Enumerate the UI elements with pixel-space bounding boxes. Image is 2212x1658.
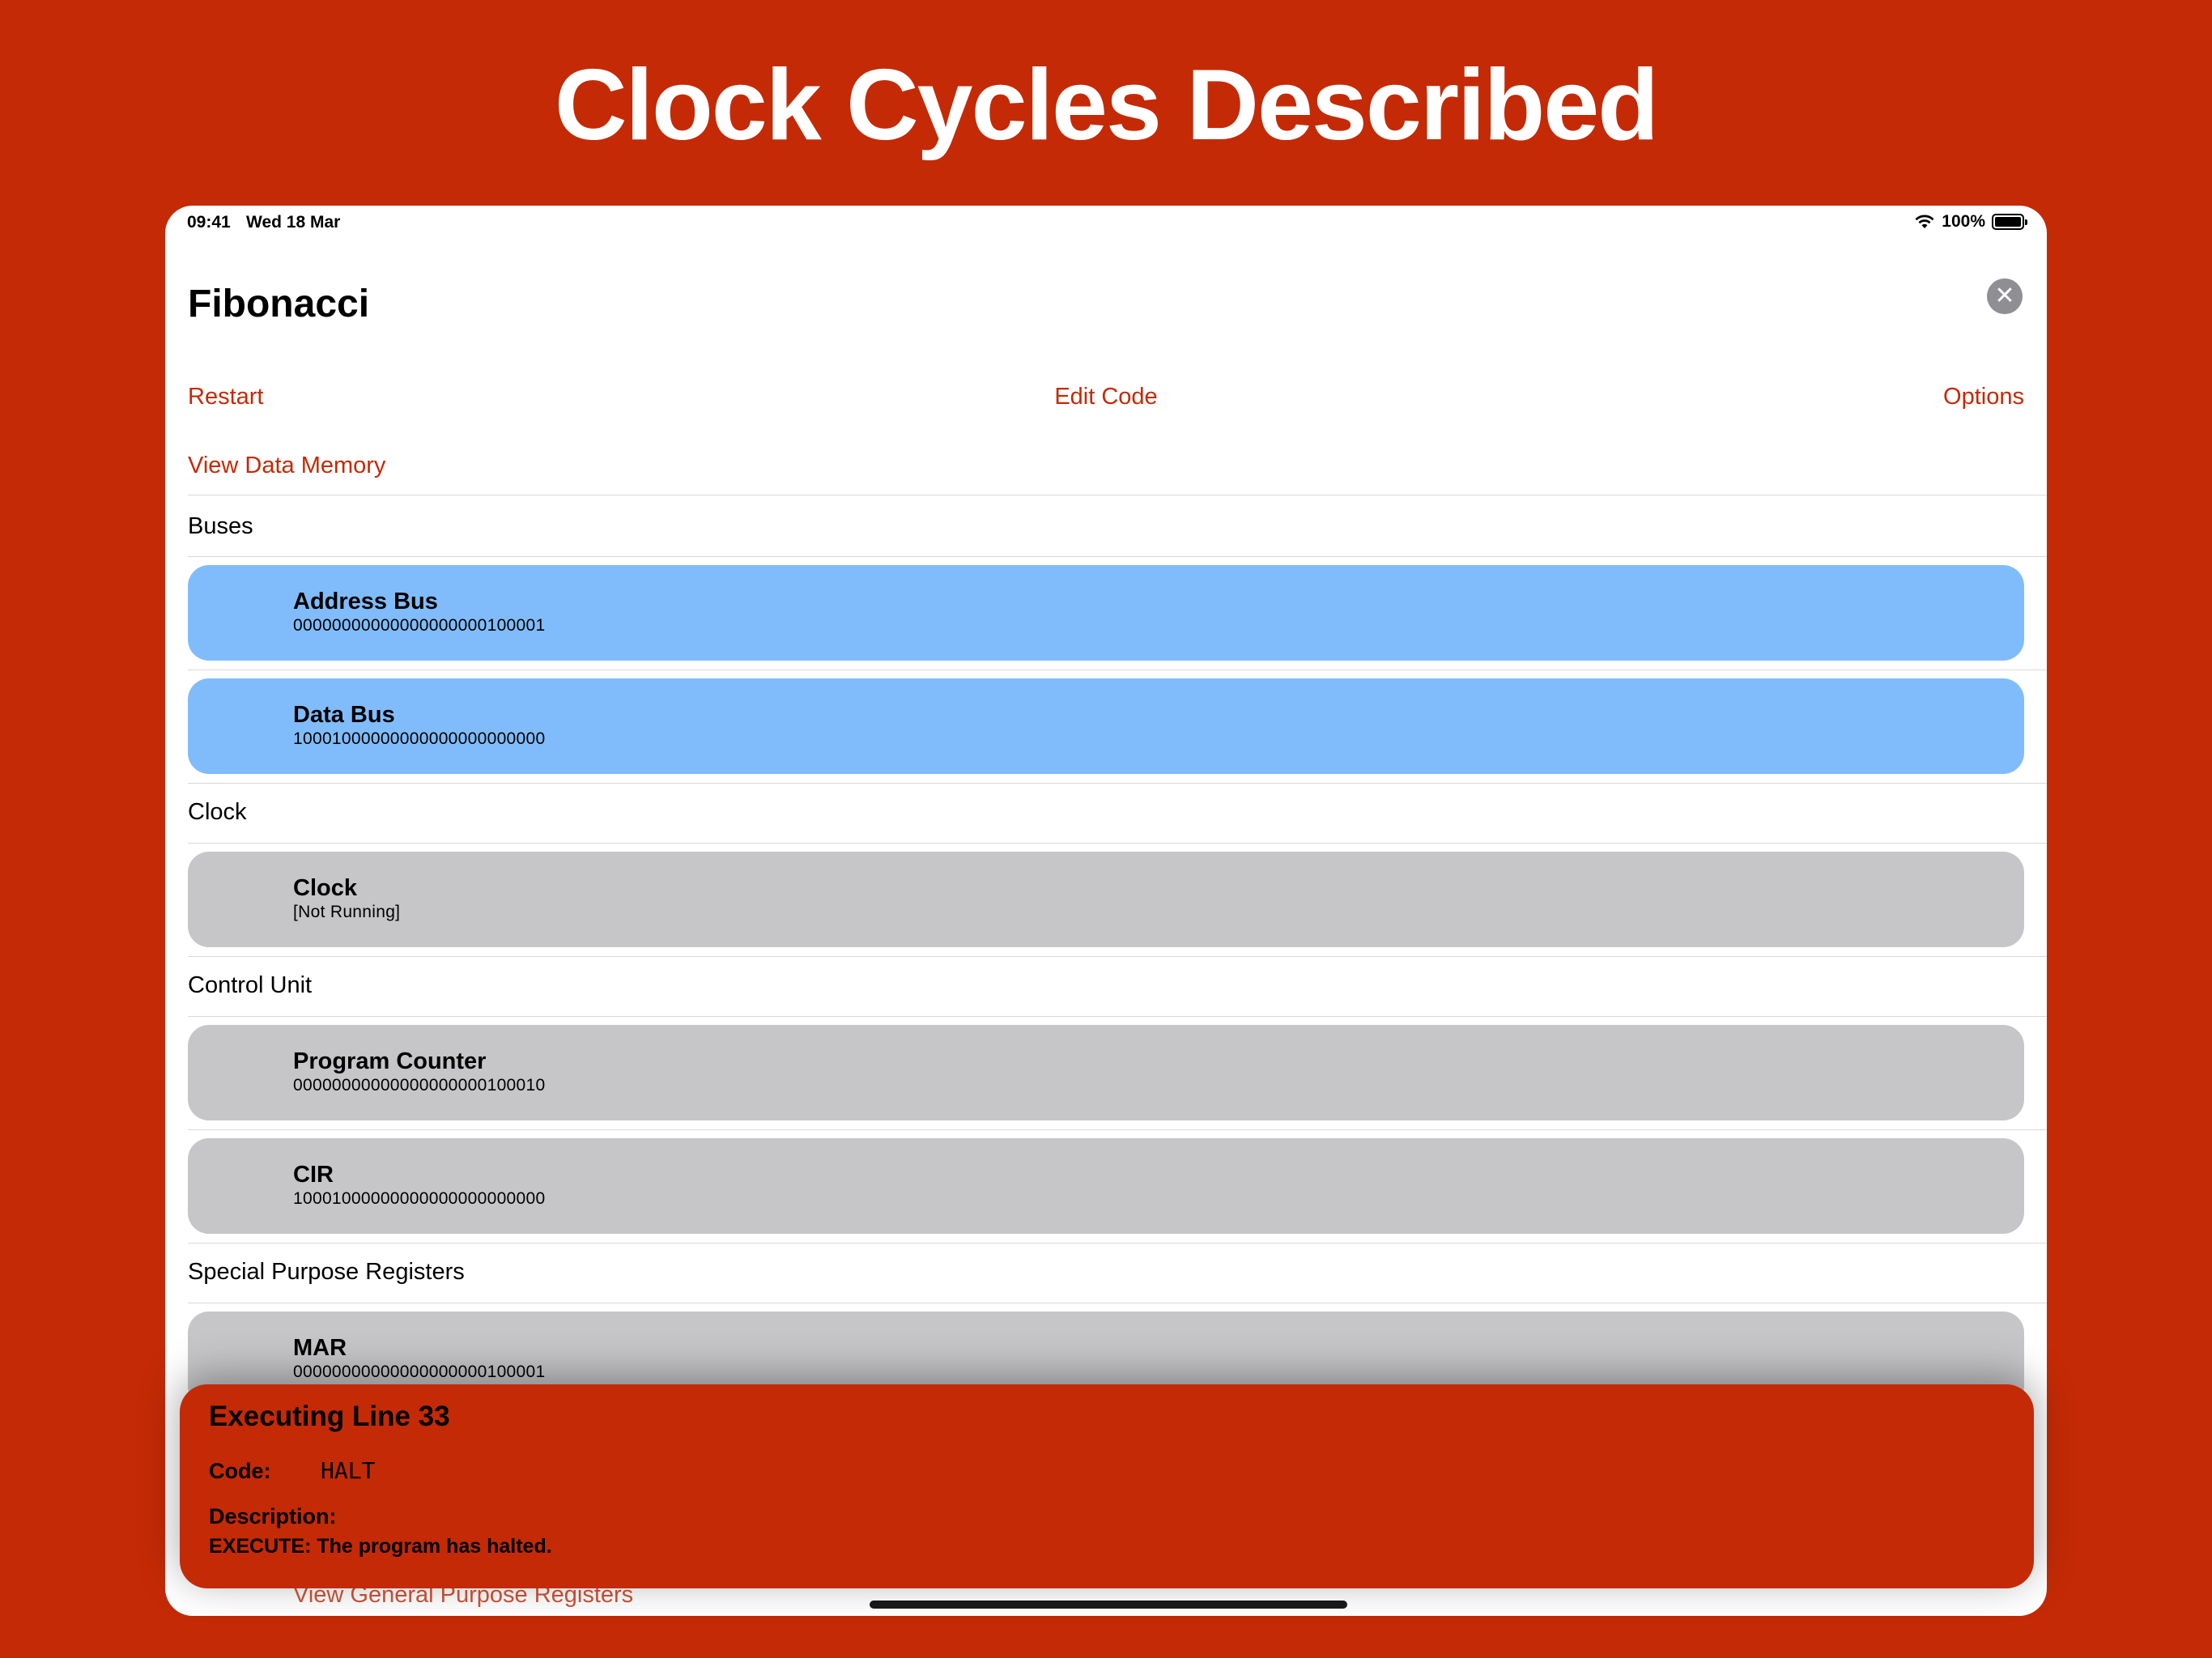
divider [188, 956, 2047, 957]
card-value: 10001000000000000000000000 [293, 1189, 546, 1208]
divider [188, 1016, 2047, 1017]
card-value: 00000000000000000000100010 [293, 1076, 546, 1095]
battery-icon [1992, 214, 2027, 230]
status-date: Wed 18 Mar [246, 213, 341, 232]
divider [188, 1243, 2047, 1244]
divider [188, 556, 2047, 557]
card-title: Program Counter [293, 1048, 487, 1074]
section-header-buses: Buses [188, 513, 253, 539]
divider [188, 1129, 2047, 1130]
page-title: Fibonacci [188, 283, 370, 325]
close-button[interactable]: ✕ [1987, 278, 2023, 314]
wifi-icon [1915, 215, 1934, 228]
card-value: 00000000000000000000100001 [293, 1363, 546, 1381]
section-header-special-purpose: Special Purpose Registers [188, 1259, 465, 1285]
program-counter-card[interactable]: Program Counter 000000000000000000001000… [188, 1025, 2024, 1120]
divider [188, 843, 2047, 844]
status-bar: 09:41 Wed 18 Mar 100% [165, 206, 2047, 238]
card-value: 10001000000000000000000000 [293, 729, 546, 748]
executing-line-panel: Executing Line 33 Code: HALT Description… [180, 1384, 2034, 1588]
headline: Clock Cycles Described [554, 49, 1659, 161]
divider [188, 783, 2047, 784]
address-bus-card[interactable]: Address Bus 00000000000000000000100001 [188, 565, 2024, 661]
card-title: Address Bus [293, 589, 438, 614]
description-value: EXECUTE: The program has halted. [209, 1535, 552, 1558]
edit-code-button: Edit Code [165, 384, 2047, 410]
edit-code-label[interactable]: Edit Code [1054, 384, 1157, 410]
card-value: [Not Running] [293, 903, 401, 921]
exec-title: Executing Line 33 [209, 1401, 450, 1432]
card-title: Data Bus [293, 702, 395, 728]
battery-percent: 100% [1942, 212, 1985, 231]
card-title: Clock [293, 875, 357, 901]
section-header-control-unit: Control Unit [188, 972, 313, 998]
options-button[interactable]: Options [1943, 384, 2024, 410]
data-bus-card[interactable]: Data Bus 10001000000000000000000000 [188, 678, 2024, 774]
view-data-memory-link[interactable]: View Data Memory [188, 453, 385, 479]
status-indicators: 100% [1914, 212, 2027, 232]
status-time: 09:41 [187, 213, 231, 232]
card-value: 00000000000000000000100001 [293, 616, 546, 635]
clock-card[interactable]: Clock [Not Running] [188, 852, 2024, 947]
description-label: Description: [209, 1504, 337, 1528]
card-title: MAR [293, 1335, 347, 1361]
code-label: Code: [209, 1459, 271, 1483]
home-indicator[interactable] [870, 1601, 1347, 1609]
section-header-clock: Clock [188, 799, 247, 825]
cir-card[interactable]: CIR 10001000000000000000000000 [188, 1138, 2024, 1234]
card-title: CIR [293, 1162, 334, 1188]
code-value: HALT [321, 1457, 376, 1484]
close-icon: ✕ [1994, 283, 2015, 309]
